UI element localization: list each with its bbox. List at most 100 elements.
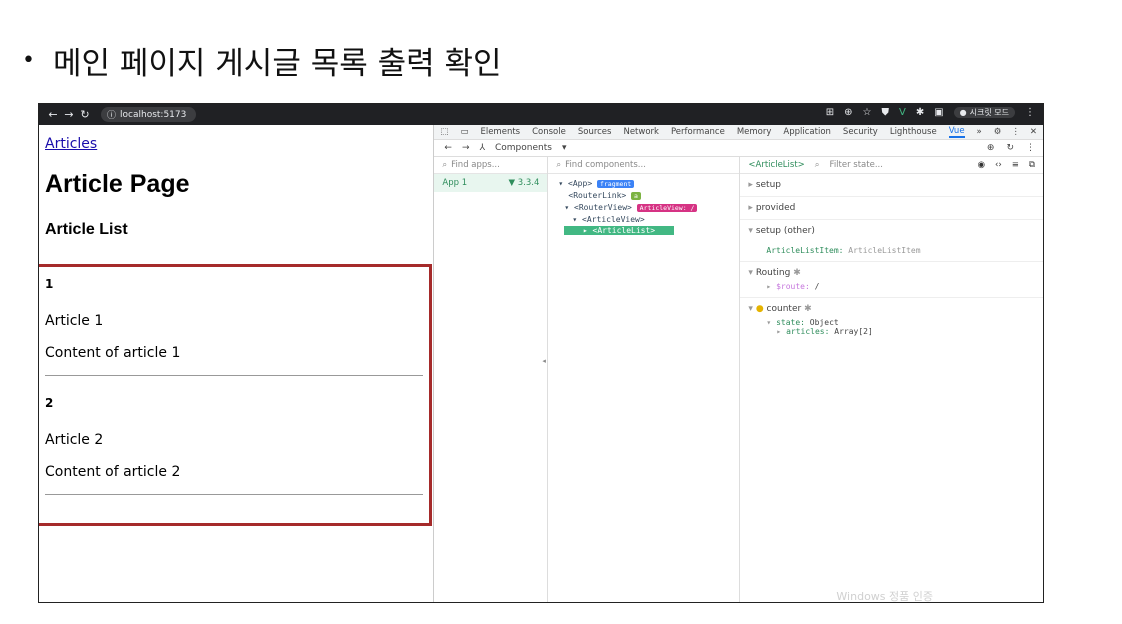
more-icon[interactable]: ⋮ (1026, 143, 1035, 153)
more-tabs-icon[interactable]: » (977, 127, 982, 137)
highlight-box: 1 Article 1 Content of article 1 2 Artic… (39, 264, 432, 526)
article-title: Article 1 (45, 313, 104, 329)
tab-sources[interactable]: Sources (578, 127, 612, 137)
star-icon[interactable]: ☆ (863, 107, 872, 118)
filter-state-input[interactable]: Filter state... (830, 160, 883, 170)
kebab-icon[interactable]: ⋮ (1011, 127, 1020, 137)
app-version-text: 3.3.4 (517, 178, 540, 188)
section-setup[interactable]: ▸ setup (740, 174, 1043, 197)
node-label: <ArticleView> (582, 215, 645, 224)
reload-icon[interactable]: ↻ (77, 108, 93, 121)
components-dropdown[interactable]: Components (495, 143, 552, 153)
tab-vue[interactable]: Vue (948, 126, 965, 138)
tab-application[interactable]: Application (783, 127, 831, 137)
url-text: localhost:5173 (120, 109, 187, 120)
state-value: ArticleListItem (848, 246, 921, 255)
tree-node-app[interactable]: ▾ <App> fragment (558, 178, 729, 190)
back-icon[interactable]: ← (45, 108, 61, 121)
app-version: ▼ 3.3.4 (509, 178, 540, 188)
list-icon[interactable]: ≡ (1012, 160, 1019, 170)
state-key: state: (776, 318, 805, 327)
article-id: 1 (45, 277, 54, 291)
find-components-placeholder: Find components... (565, 160, 646, 170)
vue-toolbar: ← → ⅄ Components ▾ ⊕ ↻ ⋮ (434, 140, 1043, 157)
rendered-page: Articles Article Page Article List 1 Art… (39, 125, 435, 602)
node-label: <RouterLink> (568, 191, 627, 200)
state-value: / (814, 282, 820, 291)
devtools-panel: ⬚ ▭ Elements Console Sources Network Per… (434, 125, 1043, 602)
section-label: setup (other) (755, 226, 815, 236)
zoom-icon[interactable]: ⊕ (844, 107, 852, 118)
slide-title: • 메인 페이지 게시글 목록 출력 확인 (22, 38, 502, 83)
tab-elements[interactable]: Elements (480, 127, 520, 137)
section-counter[interactable]: ▾ ● counter ✱ ▾ state: Object ▸ articles… (740, 298, 1043, 342)
splitter-handle[interactable]: ◂ (542, 357, 546, 365)
state-header: <ArticleList> ⌕ Filter state... ◉ ‹› ≡ ⧉ (740, 157, 1043, 174)
article-content: Content of article 1 (45, 345, 181, 361)
tab-lighthouse[interactable]: Lighthouse (890, 127, 937, 137)
eye-icon[interactable]: ◉ (978, 160, 985, 170)
state-value: Array[2] (834, 327, 873, 336)
node-label: <ArticleList> (592, 226, 656, 235)
bullet-dot: • (22, 48, 35, 73)
section-provided[interactable]: ▸ provided (740, 197, 1043, 220)
find-apps-input[interactable]: ⌕ Find apps... (434, 157, 548, 174)
profile-chip[interactable]: ● 시크릿 모드 (953, 107, 1015, 118)
tab-console[interactable]: Console (532, 127, 566, 137)
tab-security[interactable]: Security (843, 127, 878, 137)
component-tree-pane: ⌕ Find components... ▾ <App> fragment <R… (542, 157, 741, 602)
forward-icon[interactable]: → (61, 108, 77, 121)
pinia-icon: ● (755, 304, 764, 314)
target-icon[interactable]: ⊕ (987, 143, 995, 153)
browser-toolbar: ← → ↻ ⓘ localhost:5173 ⊞ ⊕ ☆ ⛊ V ✱ ▣ ● 시… (39, 104, 1043, 125)
tree-node-articlelist[interactable]: ▸ <ArticleList> (564, 226, 674, 235)
sidepanel-icon[interactable]: ▣ (934, 107, 943, 118)
shield-icon[interactable]: ⛊ (881, 107, 889, 118)
translate-icon[interactable]: ⊞ (826, 107, 834, 118)
section-routing[interactable]: ▾ Routing ✱ ▸ $route: / (740, 262, 1043, 298)
app-entry[interactable]: App 1 ▼ 3.3.4 (434, 174, 548, 192)
inspect-icon[interactable]: ⬚ (440, 127, 448, 137)
article-content: Content of article 2 (45, 464, 181, 480)
device-icon[interactable]: ▭ (460, 127, 468, 137)
code-icon[interactable]: ‹› (995, 160, 1002, 170)
a-badge: a (631, 192, 641, 200)
section-label: provided (755, 203, 796, 213)
tree-node-routerlink[interactable]: <RouterLink> a (558, 190, 729, 202)
vue-extension-icon[interactable]: V (899, 107, 906, 118)
address-bar[interactable]: ⓘ localhost:5173 (101, 107, 197, 122)
info-icon: ⓘ (107, 111, 117, 121)
forward-icon[interactable]: → (462, 143, 470, 153)
selected-component: <ArticleList> (748, 160, 805, 170)
tree-node-routerview[interactable]: ▾ <RouterView> ArticleView: / (558, 202, 729, 214)
section-label: counter (766, 304, 802, 314)
caret-icon: ▾ (748, 268, 753, 278)
articles-link[interactable]: Articles (45, 136, 97, 152)
search-icon: ⌕ (556, 160, 562, 170)
external-link-icon[interactable]: ⧉ (1029, 160, 1035, 170)
refresh-icon[interactable]: ↻ (1006, 143, 1014, 153)
search-icon: ⌕ (814, 160, 820, 170)
chevron-down-icon[interactable]: ▾ (562, 143, 567, 153)
back-icon[interactable]: ← (444, 143, 452, 153)
state-pane: <ArticleList> ⌕ Filter state... ◉ ‹› ≡ ⧉… (740, 157, 1043, 602)
gear-icon[interactable]: ⚙ (994, 127, 1002, 137)
section-setup-other[interactable]: ▾ setup (other) ArticleListItem: Article… (740, 220, 1043, 262)
tab-memory[interactable]: Memory (737, 127, 772, 137)
vue-logo-icon: ▼ (508, 178, 516, 188)
puzzle-icon: ✱ (804, 304, 812, 314)
find-components-input[interactable]: ⌕ Find components... (548, 157, 740, 174)
windows-watermark: Windows 정품 인증 (836, 590, 933, 603)
list-item: 1 Article 1 Content of article 1 (45, 277, 423, 376)
tab-performance[interactable]: Performance (671, 127, 725, 137)
menu-icon[interactable]: ⋮ (1025, 107, 1035, 118)
caret-icon: ▸ (748, 180, 753, 190)
tab-network[interactable]: Network (623, 127, 659, 137)
fragment-badge: fragment (596, 180, 635, 188)
tree-node-articleview[interactable]: ▾ <ArticleView> (558, 214, 729, 225)
puzzle-icon[interactable]: ✱ (916, 107, 924, 118)
find-apps-placeholder: Find apps... (451, 160, 500, 170)
devtools-tabs: ⬚ ▭ Elements Console Sources Network Per… (434, 125, 1043, 140)
close-icon[interactable]: ✕ (1030, 127, 1037, 137)
search-icon: ⌕ (442, 160, 448, 170)
